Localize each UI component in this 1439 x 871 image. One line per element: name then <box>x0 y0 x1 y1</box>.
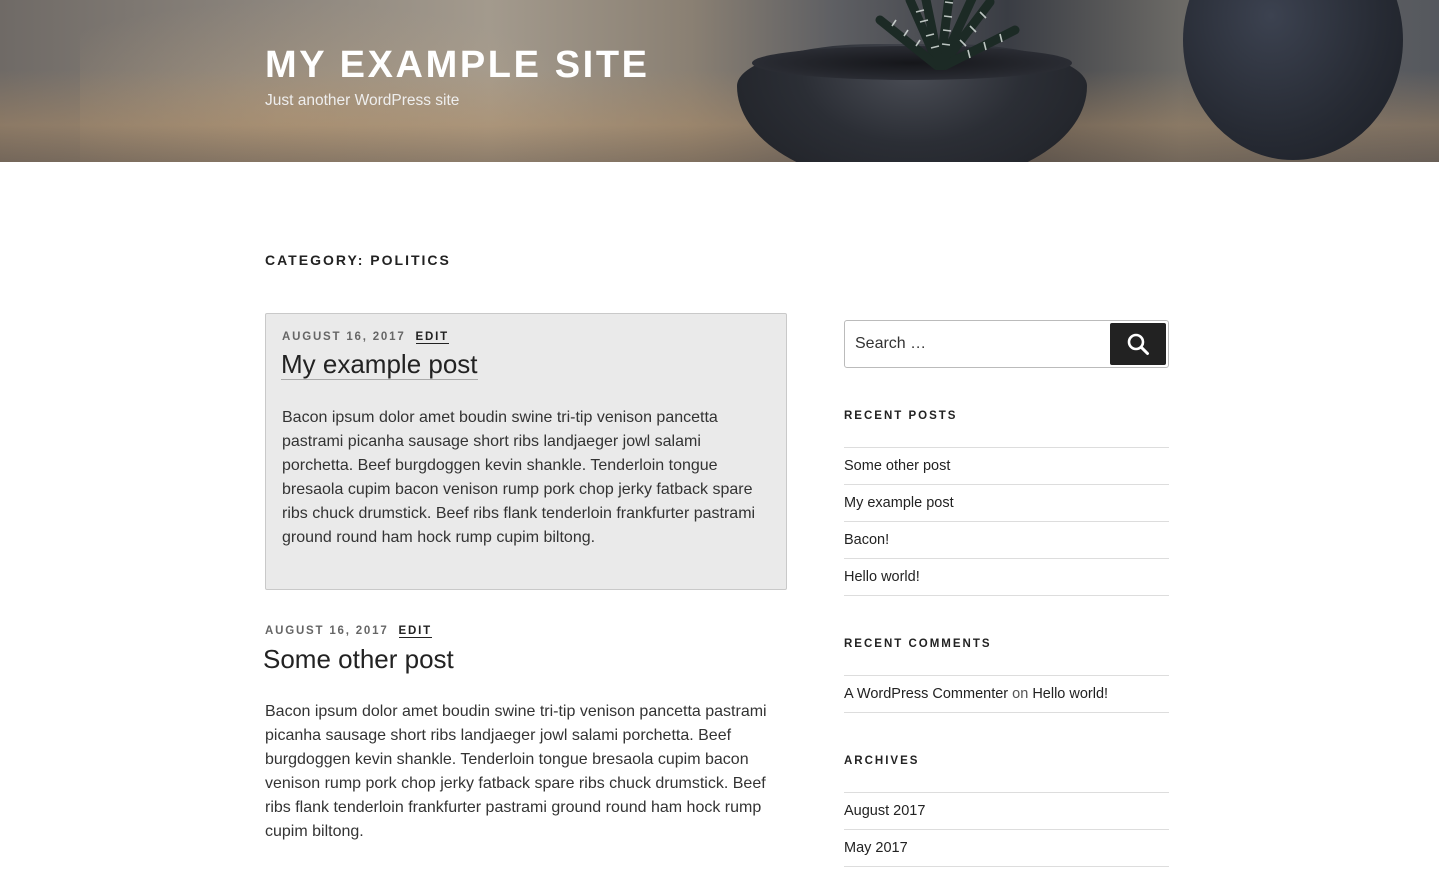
post-excerpt: Bacon ipsum dolor amet boudin swine tri-… <box>265 703 767 840</box>
site-description: Just another WordPress site <box>265 92 460 109</box>
archives-list: August 2017 May 2017 <box>844 792 1169 867</box>
search-form <box>844 320 1169 368</box>
comment-author-link[interactable]: A WordPress Commenter <box>844 686 1008 702</box>
list-item: Hello world! <box>844 559 1169 596</box>
recent-comments-list: A WordPress Commenter on Hello world! <box>844 675 1169 713</box>
header-image-plant <box>875 0 1020 70</box>
archive-link[interactable]: August 2017 <box>844 803 925 819</box>
post-meta: AUGUST 16, 2017 EDIT <box>282 331 449 344</box>
list-item: August 2017 <box>844 793 1169 830</box>
post-date[interactable]: AUGUST 16, 2017 <box>282 331 406 343</box>
recent-post-link[interactable]: Bacon! <box>844 532 889 548</box>
edit-link[interactable]: EDIT <box>415 331 449 344</box>
site-title[interactable]: MY EXAMPLE SITE <box>265 44 650 87</box>
post-title[interactable]: Some other post <box>263 644 454 675</box>
post-card-highlighted: AUGUST 16, 2017 EDIT My example post Baco… <box>265 313 787 590</box>
page-title: CATEGORY: POLITICS <box>265 252 451 268</box>
site-header: MY EXAMPLE SITE Just another WordPress s… <box>0 0 1439 162</box>
edit-link[interactable]: EDIT <box>398 625 432 638</box>
recent-post-link[interactable]: Hello world! <box>844 569 920 585</box>
recent-post-link[interactable]: My example post <box>844 495 954 511</box>
archives-title: ARCHIVES <box>844 755 920 767</box>
list-item: My example post <box>844 485 1169 522</box>
search-icon <box>1127 333 1149 355</box>
search-button[interactable] <box>1110 323 1166 365</box>
search-input[interactable] <box>855 331 1095 357</box>
post-meta: AUGUST 16, 2017 EDIT <box>265 625 432 638</box>
list-item: May 2017 <box>844 830 1169 867</box>
post-title[interactable]: My example post <box>281 349 478 380</box>
comment-connector: on <box>1012 686 1029 702</box>
recent-comments-title: RECENT COMMENTS <box>844 638 992 650</box>
archive-link[interactable]: May 2017 <box>844 840 908 856</box>
recent-posts-list: Some other post My example post Bacon! H… <box>844 447 1169 596</box>
list-item: Some other post <box>844 448 1169 485</box>
list-item: Bacon! <box>844 522 1169 559</box>
post-date[interactable]: AUGUST 16, 2017 <box>265 625 389 637</box>
recent-post-link[interactable]: Some other post <box>844 458 950 474</box>
recent-posts-title: RECENT POSTS <box>844 410 958 422</box>
comment-post-link[interactable]: Hello world! <box>1032 686 1108 702</box>
post-excerpt: Bacon ipsum dolor amet boudin swine tri-… <box>282 409 756 546</box>
list-item: A WordPress Commenter on Hello world! <box>844 676 1169 713</box>
